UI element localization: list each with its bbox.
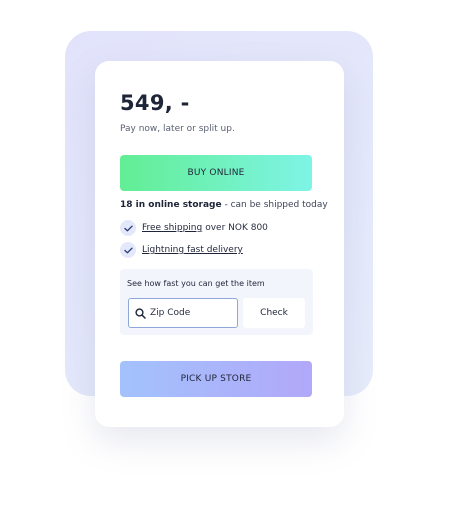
- stock-count: 18 in online storage: [120, 200, 222, 210]
- pick-up-store-button[interactable]: PICK UP STORE: [120, 361, 312, 397]
- check-button[interactable]: Check: [243, 298, 305, 328]
- stock-note: - can be shipped today: [221, 200, 328, 210]
- delivery-check-panel: See how fast you can get the item Check: [120, 269, 313, 335]
- zip-code-input[interactable]: [150, 308, 230, 318]
- checkmark-icon: [120, 220, 136, 236]
- perk-free-shipping: Free shipping over NOK 800: [120, 220, 268, 236]
- fast-delivery-link[interactable]: Lightning fast delivery: [142, 245, 243, 255]
- search-icon: [135, 304, 146, 323]
- page: 549, - Pay now, later or split up. BUY O…: [0, 0, 474, 532]
- zip-code-field[interactable]: [128, 298, 238, 328]
- free-shipping-condition: over NOK 800: [205, 223, 268, 233]
- perk-fast-delivery: Lightning fast delivery: [120, 242, 243, 258]
- delivery-check-title: See how fast you can get the item: [127, 279, 265, 288]
- stock-status: 18 in online storage - can be shipped to…: [120, 200, 328, 210]
- product-purchase-card: 549, - Pay now, later or split up. BUY O…: [95, 61, 344, 427]
- buy-online-button[interactable]: BUY ONLINE: [120, 155, 312, 191]
- payment-note: Pay now, later or split up.: [120, 124, 235, 134]
- product-price: 549, -: [120, 91, 190, 115]
- checkmark-icon: [120, 242, 136, 258]
- free-shipping-link[interactable]: Free shipping: [142, 223, 202, 233]
